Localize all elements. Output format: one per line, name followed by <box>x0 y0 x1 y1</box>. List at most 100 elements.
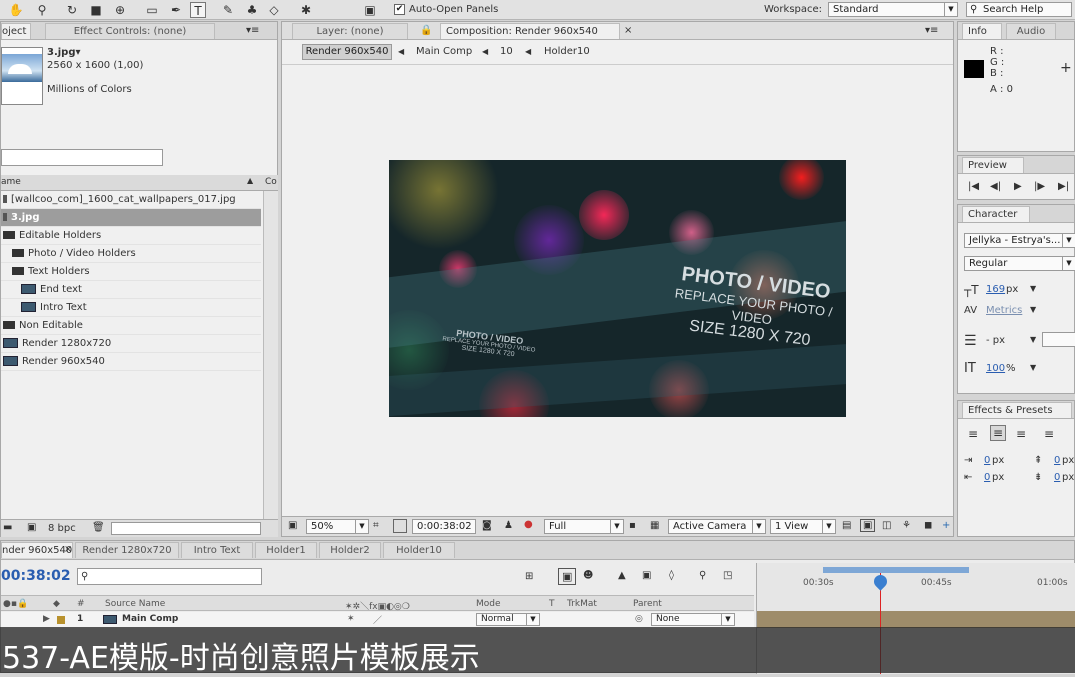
quality-switch-icon[interactable]: ／ <box>373 613 382 626</box>
shy-icon[interactable]: ☻ <box>583 570 593 581</box>
layer-mode-dropdown[interactable]: Normal ▼ <box>476 613 540 626</box>
workspace-dropdown[interactable]: Standard ▼ <box>828 2 958 17</box>
label-color-icon[interactable] <box>57 616 65 624</box>
project-item[interactable]: Text Holders <box>1 263 261 281</box>
align-right-icon[interactable]: ≡ <box>1016 427 1026 441</box>
font-style-dropdown[interactable]: Regular ▼ <box>964 256 1075 271</box>
timeline-search-input[interactable]: ⚲ <box>77 568 262 585</box>
chevron-down-icon[interactable]: ▼ <box>1030 363 1036 372</box>
panel-menu-icon[interactable]: ▾≡ <box>246 25 259 36</box>
trash-icon[interactable]: 🗑 <box>92 522 105 533</box>
search-help-input[interactable]: ⚲ Search Help <box>966 2 1072 17</box>
panel-menu-icon[interactable]: ▾≡ <box>925 25 938 36</box>
indent-right-value[interactable]: 0 <box>984 472 990 483</box>
exposure-icon[interactable]: ◼ <box>924 520 932 531</box>
draft-3d-icon[interactable]: ▣ <box>558 568 577 585</box>
resolution-dropdown[interactable]: Full ▼ <box>544 519 624 534</box>
col-name[interactable]: ame <box>1 177 21 187</box>
indent-left-value[interactable]: 0 <box>984 455 990 466</box>
col-source-name[interactable]: Source Name <box>105 599 165 609</box>
project-item[interactable]: Non Editable <box>1 317 261 335</box>
breadcrumb-10[interactable]: 10 <box>500 46 513 57</box>
tab-preview[interactable]: Preview <box>962 157 1024 173</box>
keyframe-icon[interactable]: ◳ <box>723 570 732 581</box>
close-icon[interactable]: × <box>64 544 72 555</box>
project-item[interactable]: Render 960x540 <box>1 353 261 371</box>
tab-intro-text[interactable]: Intro Text <box>181 542 253 558</box>
tab-effect-controls[interactable]: Effect Controls: (none) <box>45 23 215 39</box>
zoom-tool-icon[interactable]: ⚲ <box>34 2 50 18</box>
tab-layer[interactable]: Layer: (none) <box>292 23 408 39</box>
chevron-down-icon[interactable]: ▼ <box>1030 335 1036 344</box>
rectangle-tool-icon[interactable]: ▭ <box>144 2 160 18</box>
col-comment[interactable]: Co <box>265 177 277 187</box>
stroke-width-value[interactable]: - px <box>986 335 1005 346</box>
tab-holder10[interactable]: Holder10 <box>383 542 455 558</box>
timecode-field[interactable]: 0:00:38:02 <box>412 519 476 534</box>
tab-project[interactable]: oject <box>1 23 31 39</box>
brush-tool-icon[interactable]: ✎ <box>220 2 236 18</box>
pickwhip-icon[interactable]: ◎ <box>635 614 643 624</box>
align-panel-icon[interactable]: ▣ <box>362 2 378 18</box>
project-scrollbar[interactable] <box>263 191 278 519</box>
project-item[interactable]: Render 1280x720 <box>1 335 261 353</box>
project-search-input[interactable] <box>1 149 163 166</box>
hand-tool-icon[interactable]: ✋ <box>8 2 24 18</box>
align-left-icon[interactable]: ≡ <box>968 427 978 441</box>
color-channels-icon[interactable]: ● <box>524 519 533 530</box>
breadcrumb-holder10[interactable]: Holder10 <box>544 46 590 57</box>
tab-info[interactable]: Info <box>962 23 1002 39</box>
breadcrumb-main-comp[interactable]: Main Comp <box>416 46 472 57</box>
breadcrumb-render[interactable]: Render 960x540 <box>302 44 392 60</box>
channel-icon[interactable]: ♟ <box>504 520 513 531</box>
tab-composition[interactable]: Composition: Render 960x540 <box>440 23 620 39</box>
project-item[interactable]: Photo / Video Holders <box>1 245 261 263</box>
project-item[interactable]: End text <box>1 281 261 299</box>
project-item[interactable]: [wallcoo_com]_1600_cat_wallpapers_017.jp… <box>1 191 261 209</box>
layer-parent-dropdown[interactable]: None ▼ <box>651 613 735 626</box>
rotate-tool-icon[interactable]: ↻ <box>64 2 80 18</box>
pan-behind-tool-icon[interactable]: ⊕ <box>112 2 128 18</box>
bpc-label[interactable]: 8 bpc <box>48 523 76 534</box>
region-icon[interactable] <box>393 519 407 533</box>
layer-duration-bar[interactable] <box>757 611 1075 628</box>
font-family-dropdown[interactable]: Jellyka - Estrya's... ▼ <box>964 233 1075 248</box>
timeline-timecode[interactable]: 00:38:02 <box>1 568 71 584</box>
roi-icon[interactable]: ▪ <box>629 520 636 531</box>
plus-icon[interactable]: + <box>942 520 950 531</box>
expand-arrow-icon[interactable]: ▶ <box>43 614 50 624</box>
tab-holder1[interactable]: Holder1 <box>255 542 317 558</box>
tab-character[interactable]: Character <box>962 206 1030 222</box>
col-trkmat[interactable]: TrkMat <box>567 599 597 609</box>
grid-icon[interactable]: ⌗ <box>373 520 379 531</box>
fast-preview-icon[interactable]: ▣ <box>860 519 876 532</box>
text-tool-icon[interactable]: T <box>190 2 206 18</box>
brainstorm-icon[interactable]: ◊ <box>669 570 674 581</box>
auto-open-checkbox[interactable]: ✔ <box>394 4 405 15</box>
tab-audio[interactable]: Audio <box>1006 23 1056 39</box>
chevron-down-icon[interactable]: ▼ <box>1030 284 1036 293</box>
stroke-type-dropdown[interactable] <box>1042 332 1075 347</box>
project-item[interactable]: Intro Text <box>1 299 261 317</box>
tab-render-960[interactable]: nder 960x540 <box>1 542 73 558</box>
tab-holder2[interactable]: Holder2 <box>319 542 381 558</box>
lock-icon[interactable]: 🔒 <box>420 25 432 36</box>
playhead-icon[interactable] <box>871 572 890 591</box>
col-t[interactable]: T <box>549 599 555 609</box>
comp-mini-flowchart-icon[interactable]: ⊞ <box>525 571 533 582</box>
layer-name[interactable]: Main Comp <box>122 614 178 624</box>
composition-canvas[interactable]: PHOTO / VIDEO REPLACE YOUR PHOTO / VIDEO… <box>389 160 846 417</box>
frame-blend-icon[interactable]: ▲ <box>618 570 626 581</box>
work-area-bar[interactable] <box>823 567 969 573</box>
col-mode[interactable]: Mode <box>476 599 501 609</box>
timeline-icon[interactable]: ◫ <box>882 520 891 531</box>
project-item[interactable]: 3.jpg <box>1 209 261 227</box>
toggle-pixel-icon[interactable]: ▤ <box>842 520 851 531</box>
next-frame-icon[interactable]: |▶ <box>1034 181 1045 192</box>
zoom-dropdown[interactable]: 50% ▼ <box>306 519 369 534</box>
clone-stamp-tool-icon[interactable]: ♣ <box>244 2 260 18</box>
align-center-icon[interactable]: ≡ <box>990 425 1007 441</box>
last-frame-icon[interactable]: ▶| <box>1058 181 1069 192</box>
play-icon[interactable]: ▶ <box>1014 181 1022 192</box>
project-item[interactable]: Editable Holders <box>1 227 261 245</box>
